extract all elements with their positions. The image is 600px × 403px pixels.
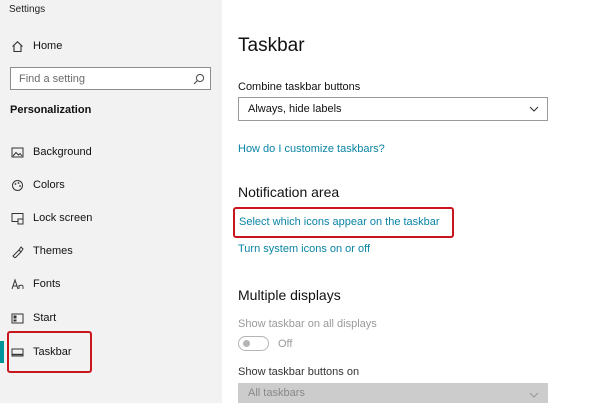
toggle-knob [243,339,250,347]
sidebar-item-label: Home [33,40,63,52]
sidebar-item-label: Fonts [33,278,61,290]
toggle-state: Off [278,338,293,350]
show-all-displays-label: Show taskbar on all displays [238,318,377,330]
show-all-displays-toggle[interactable] [238,336,269,351]
sidebar-item-fonts[interactable]: Fonts [0,270,222,298]
buttons-on-dropdown[interactable]: All taskbars [238,383,548,403]
lock-screen-icon [10,211,24,225]
section-title: Personalization [10,104,92,116]
system-icons-link[interactable]: Turn system icons on or off [238,243,370,255]
buttons-on-value: All taskbars [248,387,305,399]
sidebar-item-label: Lock screen [33,212,93,224]
customize-taskbars-link[interactable]: How do I customize taskbars? [238,143,385,155]
sidebar-item-label: Start [33,312,57,324]
home-icon [10,39,24,53]
sidebar-item-home[interactable]: Home [0,32,222,60]
image-icon [10,145,24,159]
palette-icon [10,178,24,192]
sidebar-item-label: Colors [33,179,65,191]
themes-icon [10,244,24,258]
page-title: Taskbar [238,35,305,56]
search-input[interactable] [11,68,191,89]
notification-area-heading: Notification area [238,184,340,200]
sidebar-item-lock-screen[interactable]: Lock screen [0,204,222,232]
highlight-box-taskbar [7,331,92,373]
highlight-box-select-icons [233,207,454,238]
fonts-icon [10,277,24,291]
combine-dropdown[interactable]: Always, hide labels [238,97,548,121]
app-title: Settings [9,4,46,15]
sidebar-item-label: Themes [33,245,73,257]
combine-label: Combine taskbar buttons [238,81,361,93]
chevron-down-icon [529,104,539,114]
combine-value: Always, hide labels [248,103,342,115]
start-icon [10,311,24,325]
sidebar-item-colors[interactable]: Colors [0,171,222,199]
sidebar-item-start[interactable]: Start [0,304,222,332]
buttons-on-label: Show taskbar buttons on [238,366,360,378]
sidebar-item-background[interactable]: Background [0,138,222,166]
search-box[interactable] [10,67,211,90]
search-icon[interactable] [192,72,206,86]
sidebar-item-themes[interactable]: Themes [0,237,222,265]
chevron-down-icon [529,390,539,400]
multiple-displays-heading: Multiple displays [238,287,341,303]
sidebar-item-label: Background [33,146,92,158]
